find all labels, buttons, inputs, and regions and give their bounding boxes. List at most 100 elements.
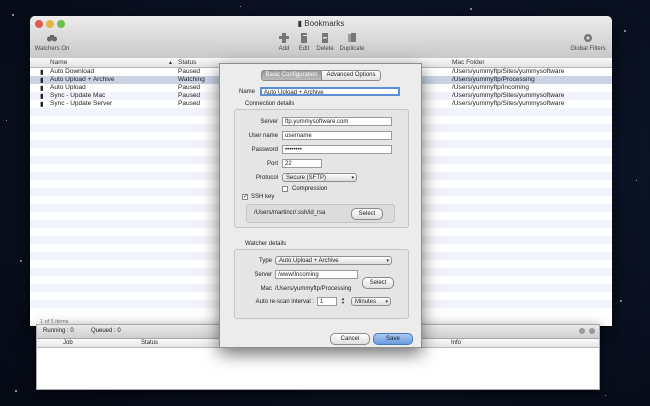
bookmark-icon: ▮ bbox=[40, 85, 44, 92]
binoculars-icon bbox=[47, 35, 57, 42]
chevron-down-icon: ▾ bbox=[386, 258, 389, 264]
row-status: Paused bbox=[178, 68, 201, 75]
port-input[interactable]: 22 bbox=[282, 159, 322, 168]
protocol-label: Protocol bbox=[255, 175, 278, 181]
compression-checkbox[interactable] bbox=[282, 186, 288, 192]
star bbox=[240, 6, 241, 7]
duplicate-bookmark-icon bbox=[348, 33, 356, 42]
rescan-label: Auto re-scan interval : bbox=[255, 299, 314, 305]
row-folder: /Users/yummyftp/Processing bbox=[452, 76, 535, 83]
watcher-type-select[interactable]: Auto Upload + Archive ▾ bbox=[275, 256, 392, 265]
star bbox=[15, 390, 17, 392]
row-status: Paused bbox=[178, 92, 201, 99]
global-filters-label: Global Filters bbox=[570, 46, 606, 52]
star bbox=[624, 30, 626, 32]
column-header-queue-status[interactable]: Status bbox=[141, 340, 158, 346]
window-title-text: Bookmarks bbox=[304, 19, 345, 28]
tab-advanced-options[interactable]: Advanced Options bbox=[321, 70, 381, 81]
running-count: Running : 0 bbox=[43, 328, 74, 334]
stepper-down-icon: ▼ bbox=[341, 300, 345, 305]
sshkey-path: /Users/martincr/.ssh/id_rsa bbox=[254, 210, 326, 216]
row-status: Paused bbox=[178, 84, 201, 91]
bookmark-config-sheet: Basic Configuration Advanced Options Nam… bbox=[219, 63, 422, 348]
watcher-select-button[interactable]: Select bbox=[362, 277, 394, 289]
global-filters-button[interactable]: Global Filters bbox=[568, 32, 608, 52]
tab-basic-label: Basic Configuration bbox=[265, 72, 318, 78]
row-status: Paused bbox=[178, 100, 201, 107]
row-name: Auto Download bbox=[50, 68, 95, 75]
duplicate-button[interactable]: Duplicate bbox=[338, 32, 366, 52]
watchers-toggle-button[interactable]: Watchers On bbox=[34, 32, 70, 52]
watcher-mac-label: Mac bbox=[260, 286, 272, 292]
add-button[interactable]: Add bbox=[276, 32, 292, 52]
connection-details-heading: Connection details bbox=[245, 101, 295, 107]
cancel-label: Cancel bbox=[340, 336, 360, 342]
name-label: Name bbox=[238, 89, 255, 95]
tab-basic-configuration[interactable]: Basic Configuration bbox=[261, 70, 322, 81]
bookmark-icon: ▮ bbox=[40, 93, 44, 100]
watcher-server-label: Server bbox=[254, 272, 272, 278]
row-folder: /Users/yummyftp/Sites/yummysoftware bbox=[452, 100, 565, 107]
window-toolbar: ▮ Bookmarks Watchers On Add Edit Delete … bbox=[30, 16, 612, 59]
server-label: Server bbox=[260, 119, 278, 125]
checkmark-icon: ✓ bbox=[243, 194, 249, 200]
column-header-mac-folder[interactable]: Mac Folder bbox=[452, 59, 485, 66]
column-header-name[interactable]: Name bbox=[50, 59, 67, 66]
star bbox=[470, 8, 472, 10]
rescan-unit-value: Minutes bbox=[355, 299, 377, 305]
rescan-input[interactable]: 1 bbox=[317, 297, 337, 306]
queued-count: Queued : 0 bbox=[91, 328, 121, 334]
row-status: Watching bbox=[178, 76, 205, 83]
sort-arrow-icon: ▲ bbox=[168, 60, 173, 66]
protocol-select[interactable]: Secure (SFTP) ▾ bbox=[282, 173, 357, 182]
sshkey-select-button[interactable]: Select bbox=[351, 208, 383, 220]
clear-icon[interactable] bbox=[589, 328, 595, 334]
star bbox=[605, 395, 606, 396]
row-name: Sync - Update Mac bbox=[50, 92, 106, 99]
cancel-button[interactable]: Cancel bbox=[330, 333, 370, 345]
select-label: Select bbox=[369, 280, 387, 286]
username-label: User name bbox=[248, 133, 278, 139]
edit-button[interactable]: Edit bbox=[296, 32, 312, 52]
sshkey-label: SSH key bbox=[251, 194, 275, 200]
column-header-info[interactable]: Info bbox=[451, 340, 461, 346]
select-label: Select bbox=[358, 211, 376, 217]
watcher-type-value: Auto Upload + Archive bbox=[279, 258, 339, 264]
stop-icon[interactable] bbox=[579, 328, 585, 334]
edit-bookmark-icon bbox=[301, 33, 307, 43]
bookmark-icon: ▮ bbox=[40, 101, 44, 108]
tab-advanced-label: Advanced Options bbox=[326, 72, 376, 78]
star bbox=[12, 14, 14, 16]
watchers-label: Watchers On bbox=[34, 46, 70, 52]
rescan-stepper[interactable]: ▲ ▼ bbox=[340, 297, 346, 306]
chevron-down-icon: ▾ bbox=[351, 175, 354, 181]
port-label: Port bbox=[266, 161, 278, 167]
save-button[interactable]: Save bbox=[373, 333, 413, 345]
column-header-status[interactable]: Status bbox=[178, 59, 196, 66]
delete-bookmark-icon bbox=[322, 33, 328, 43]
watcher-server-input[interactable]: /www/Incoming bbox=[275, 270, 358, 279]
column-header-job[interactable]: Job bbox=[63, 340, 73, 346]
name-input[interactable]: Auto Upload + Archive bbox=[260, 87, 400, 96]
password-label: Password bbox=[251, 147, 278, 153]
chevron-down-icon: ▾ bbox=[385, 299, 388, 305]
watcher-details-heading: Watcher details bbox=[245, 241, 287, 247]
row-name: Sync - Update Server bbox=[50, 100, 113, 107]
sshkey-checkbox[interactable]: ✓ bbox=[242, 194, 248, 200]
server-input[interactable]: ftp.yummysoftware.com bbox=[282, 117, 392, 126]
gear-icon bbox=[584, 34, 592, 42]
rescan-unit-select[interactable]: Minutes ▾ bbox=[351, 297, 391, 306]
username-input[interactable]: username bbox=[282, 131, 392, 140]
password-input[interactable]: •••••••• bbox=[282, 145, 392, 154]
star bbox=[20, 260, 22, 262]
delete-button[interactable]: Delete bbox=[315, 32, 335, 52]
bookmark-icon: ▮ bbox=[40, 69, 44, 76]
add-label: Add bbox=[278, 46, 290, 52]
star bbox=[6, 120, 7, 121]
save-label: Save bbox=[386, 336, 400, 342]
add-bookmark-icon bbox=[279, 33, 289, 43]
watcher-mac-path: /Users/yummyftp/Processing bbox=[275, 286, 352, 292]
row-name: Auto Upload + Archive bbox=[50, 76, 115, 83]
row-folder: /Users/yummyftp/Sites/yummysoftware bbox=[452, 92, 565, 99]
row-folder: /Users/yummyftp/Sites/yummysoftware bbox=[452, 68, 565, 75]
